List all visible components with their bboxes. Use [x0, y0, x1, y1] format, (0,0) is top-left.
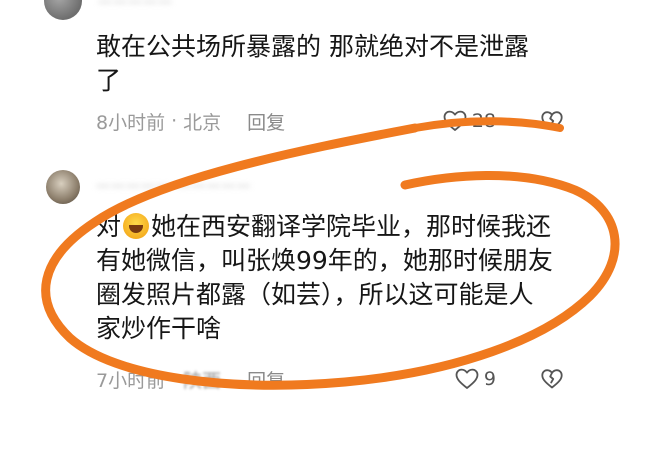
comment-text: 对她在西安翻译学院毕业，那时候我还 有她微信，叫张焕99年的，她那时候朋友 圈发… [96, 210, 576, 346]
like-count: 9 [483, 368, 496, 390]
like-button[interactable]: 28 [442, 109, 496, 133]
comment-actions: 9 [454, 364, 564, 394]
meta-separator: · [171, 110, 178, 132]
meta-separator: · [171, 368, 178, 390]
comment-thread: ————— 敢在公共场所暴露的 那就绝对不是泄露 了 8小时前 · 北京 回复 … [0, 0, 660, 452]
like-button[interactable]: 9 [454, 367, 496, 391]
broken-heart-icon [541, 369, 563, 389]
timestamp: 7小时前 [96, 369, 166, 392]
comment-item: ————— 敢在公共场所暴露的 那就绝对不是泄露 了 8小时前 · 北京 回复 … [0, 0, 660, 150]
avatar[interactable] [46, 170, 80, 204]
comment-meta: 7小时前 · 陕西 回复 [96, 366, 285, 392]
location: 陕西 [183, 369, 222, 392]
heart-outline-icon [455, 368, 479, 389]
username[interactable]: ————— ————— [96, 178, 251, 194]
laughing-crying-emoji-icon [123, 213, 150, 239]
broken-heart-icon [541, 111, 563, 131]
like-count: 28 [471, 110, 496, 132]
reply-button[interactable]: 回复 [247, 108, 285, 135]
comment-meta: 8小时前 · 北京 回复 [96, 108, 285, 134]
location: 北京 [183, 111, 222, 134]
reply-button[interactable]: 回复 [247, 366, 285, 393]
heart-outline-icon [443, 110, 467, 131]
dislike-button[interactable] [540, 367, 564, 391]
dislike-button[interactable] [540, 109, 564, 133]
comment-text: 敢在公共场所暴露的 那就绝对不是泄露 了 [96, 32, 529, 95]
timestamp: 8小时前 [96, 111, 166, 134]
avatar[interactable] [44, 0, 82, 20]
comment-actions: 28 [442, 106, 564, 136]
username[interactable]: ————— [98, 0, 173, 10]
comment-text-rest: 她在西安翻译学院毕业，那时候我还 有她微信，叫张焕99年的，她那时候朋友 圈发照… [96, 212, 553, 343]
comment-item: ————— ————— 对她在西安翻译学院毕业，那时候我还 有她微信，叫张焕99… [0, 160, 660, 452]
comment-text-start: 对 [96, 212, 122, 241]
